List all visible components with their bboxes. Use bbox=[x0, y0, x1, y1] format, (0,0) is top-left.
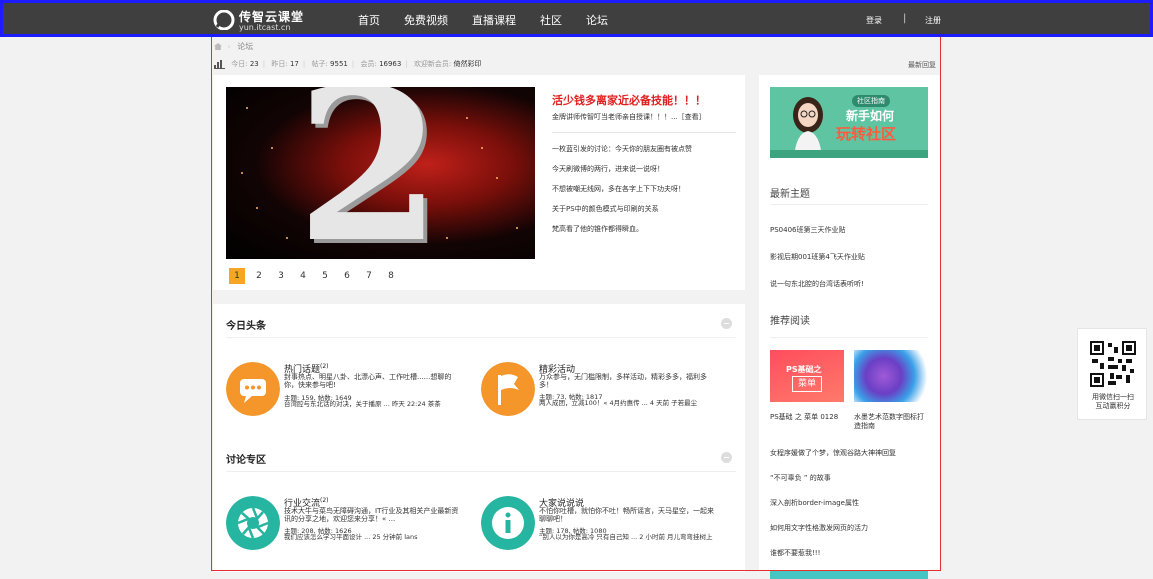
featured-divider bbox=[552, 132, 736, 133]
forum-stats: 今日: 23 | 昨日: 17 | 帖子: 9551 | 会员: 16963 | 欢迎新… bbox=[214, 59, 482, 69]
slider-page-4[interactable]: 4 bbox=[295, 268, 311, 284]
community-guide-banner[interactable]: 社区指南 新手如何 玩转社区 bbox=[770, 87, 928, 158]
nav-item-home[interactable]: 首页 bbox=[358, 12, 380, 28]
qr-code-icon bbox=[1090, 341, 1136, 387]
brand-domain: yun.itcast.cn bbox=[239, 23, 291, 32]
sidebar-divider bbox=[770, 204, 928, 205]
stat-today-label: 今日: bbox=[231, 60, 248, 68]
nav-item-forum[interactable]: 论坛 bbox=[586, 12, 608, 28]
slider-page-8[interactable]: 8 bbox=[383, 268, 399, 284]
stat-yesterday-value: 17 bbox=[289, 60, 299, 68]
home-icon[interactable] bbox=[214, 43, 222, 50]
forum-card-desc: 不怕你吐槽，就怕你不吐！畅所谣言，天马星空，一起来聊聊吧！ bbox=[539, 507, 714, 523]
nav-item-live-courses[interactable]: 直播课程 bbox=[472, 12, 516, 28]
collapse-icon[interactable] bbox=[721, 452, 732, 463]
section-divider bbox=[226, 471, 736, 472]
info-icon[interactable] bbox=[481, 496, 535, 550]
stat-welcome-label: 欢迎新会员: bbox=[413, 60, 452, 68]
logo-icon bbox=[213, 10, 235, 30]
featured-list: 一枚蓝引发的讨论：今天你的朋友圈有被点赞 今天刷微博的两行，进来说一说呀！ 不想… bbox=[552, 142, 692, 242]
thumb-caption[interactable]: 水墨艺术范数字图标打造指南 bbox=[854, 413, 930, 431]
latest-topic-item[interactable]: PS0406班第三天作业贴 bbox=[770, 225, 865, 252]
slider-page-3[interactable]: 3 bbox=[273, 268, 289, 284]
nav-item-free-videos[interactable]: 免费视频 bbox=[404, 12, 448, 28]
banner-digit: 2 bbox=[296, 87, 443, 259]
girl-illustration-icon bbox=[793, 97, 823, 158]
latest-reply-link[interactable]: 最新回复 bbox=[908, 60, 936, 70]
forum-card-last-post[interactable]: “别人以为你是高冷 只有自己知 ... 2 小时前 月儿弯弯挂树上 bbox=[539, 533, 719, 541]
aperture-icon[interactable] bbox=[226, 496, 280, 550]
recommend-item[interactable]: 如何用文字性格激发网页的活力 bbox=[770, 523, 896, 548]
collapse-icon[interactable] bbox=[721, 318, 732, 329]
featured-item[interactable]: 梵高看了他的锥作都得瞬血。 bbox=[552, 222, 692, 242]
sidebar-recommend-title: 推荐阅读 bbox=[770, 316, 810, 327]
register-link[interactable]: 注册 bbox=[925, 15, 941, 26]
featured-item[interactable]: 不想被嘲无线网，多在各字上下下功夫呀！ bbox=[552, 182, 692, 202]
breadcrumb: › 论坛 bbox=[214, 41, 253, 52]
banner-line1: 新手如何 bbox=[846, 109, 895, 123]
flag-icon[interactable] bbox=[481, 362, 535, 416]
qr-caption: 用微信扫一扫 互动赢积分 bbox=[1092, 393, 1134, 410]
featured-item[interactable]: 一枚蓝引发的讨论：今天你的朋友圈有被点赞 bbox=[552, 142, 692, 162]
forum-card-desc: 万众参与，无门槛限制，多样活动，精彩多多，福利多多！ bbox=[539, 373, 707, 389]
forum-card-hot-topics: 热门话题(2) 封事热点、明星八卦、北漂心声、工作吐槽......想聊的你，快来… bbox=[226, 362, 466, 422]
featured-title[interactable]: 活少钱多离家近必备技能！！！ bbox=[552, 92, 706, 108]
login-link[interactable]: 登录 bbox=[866, 15, 882, 26]
section-divider bbox=[226, 337, 736, 338]
forum-card-events: 精彩活动 万众参与，无门槛限制，多样活动，精彩多多，福利多多！ 主题: 73, … bbox=[481, 362, 721, 422]
forum-card-last-post[interactable]: 台湾腔与东北话的对决，关于播原 ... 昨天 22:24 茶茶 bbox=[284, 400, 464, 408]
section-title-discussion: 讨论专区 bbox=[226, 455, 266, 466]
stat-welcome-user[interactable]: 倚然彩印 bbox=[454, 60, 482, 68]
top-nav-bar: 传智云课堂 yun.itcast.cn 首页 免费视频 直播课程 社区 论坛 登… bbox=[0, 0, 1153, 37]
thumb-caption[interactable]: PS基础 之 菜单 0128 bbox=[770, 413, 846, 422]
brand-logo[interactable]: 传智云课堂 yun.itcast.cn bbox=[213, 8, 305, 34]
featured-item[interactable]: 关于PS中的颜色模式与印刷的关系 bbox=[552, 202, 692, 222]
sidebar-divider bbox=[770, 337, 928, 338]
stat-posts-value: 9551 bbox=[330, 60, 348, 68]
stat-members-label: 会员: bbox=[360, 60, 377, 68]
slider-page-5[interactable]: 5 bbox=[317, 268, 333, 284]
chat-bubble-icon[interactable] bbox=[226, 362, 280, 416]
forum-card-desc: 技术大牛与菜鸟无障碍沟通，IT行业及其相关产业最新资讯的分享之地，欢迎您来分享！… bbox=[284, 507, 459, 523]
slider-pager: 12345678 bbox=[229, 263, 405, 284]
sidebar-bottom-banner[interactable] bbox=[770, 571, 928, 579]
forum-card-last-post[interactable]: 两人成团，立减100！« 4月约惠传 ... 4 天前 子若最尘 bbox=[539, 399, 719, 407]
recommend-item[interactable]: 深入剖析border-image属性 bbox=[770, 498, 896, 523]
breadcrumb-current[interactable]: 论坛 bbox=[237, 42, 253, 51]
stat-posts-label: 帖子: bbox=[311, 60, 328, 68]
latest-topics-list: PS0406班第三天作业贴 影视后期001班第4飞天作业贴 说一句东北腔的台湾话… bbox=[770, 225, 865, 306]
slider-page-6[interactable]: 6 bbox=[339, 268, 355, 284]
nav-item-community[interactable]: 社区 bbox=[540, 12, 562, 28]
forum-card-desc: 封事热点、明星八卦、北漂心声、工作吐槽......想聊的你，快来参与吧! bbox=[284, 373, 452, 389]
section-title-headlines: 今日头条 bbox=[226, 321, 266, 332]
featured-item[interactable]: 今天刷微博的两行，进来说一说呀！ bbox=[552, 162, 692, 182]
recommend-item[interactable]: 女程序媛做了个梦，惊观谷路大神神回复 bbox=[770, 448, 896, 473]
stat-members-value: 16963 bbox=[379, 60, 402, 68]
thumb-label: PS基础之 bbox=[786, 365, 822, 374]
sidebar-latest-title: 最新主题 bbox=[770, 189, 810, 200]
recommend-thumb-ink-art[interactable] bbox=[854, 350, 928, 402]
banner-tag: 社区指南 bbox=[852, 95, 890, 107]
slider-page-1[interactable]: 1 bbox=[229, 268, 245, 284]
recommend-thumb-ps-menu[interactable]: PS基础之 菜单 bbox=[770, 350, 844, 402]
stats-chart-icon bbox=[214, 59, 225, 69]
stat-yesterday-label: 昨日: bbox=[271, 60, 288, 68]
thumb-box: 菜单 bbox=[792, 376, 822, 392]
slider-banner-image[interactable]: 2 bbox=[226, 87, 535, 259]
featured-subtitle[interactable]: 金牌讲师传智叮当老师亲自授课！！！...［查看］ bbox=[552, 112, 706, 122]
slider-page-2[interactable]: 2 bbox=[251, 268, 267, 284]
recommend-item[interactable]: 谁都不要惹我!!! bbox=[770, 548, 896, 573]
slider-page-7[interactable]: 7 bbox=[361, 268, 377, 284]
forum-card-industry: 行业交流(2) 技术大牛与菜鸟无障碍沟通，IT行业及其相关产业最新资讯的分享之地… bbox=[226, 496, 466, 556]
banner-line2: 玩转社区 bbox=[836, 125, 897, 143]
recommend-item[interactable]: “不可辜负 ” 的故事 bbox=[770, 473, 896, 498]
stat-today-value: 23 bbox=[249, 60, 259, 68]
auth-separator: | bbox=[903, 13, 907, 24]
recommend-list: 女程序媛做了个梦，惊观谷路大神神回复 “不可辜负 ” 的故事 深入剖析borde… bbox=[770, 448, 896, 573]
latest-topic-item[interactable]: 影视后期001班第4飞天作业贴 bbox=[770, 252, 865, 279]
qr-widget[interactable]: 用微信扫一扫 互动赢积分 bbox=[1077, 328, 1147, 420]
latest-topic-item[interactable]: 说一句东北腔的台湾话表听听! bbox=[770, 279, 865, 306]
forum-card-last-post[interactable]: 我们应该怎么学习平面设计 ... 25 分钟前 lans bbox=[284, 533, 464, 541]
forum-card-chat: 大家说说说 不怕你吐槽，就怕你不吐！畅所谣言，天马星空，一起来聊聊吧！ 主题: … bbox=[481, 496, 721, 556]
